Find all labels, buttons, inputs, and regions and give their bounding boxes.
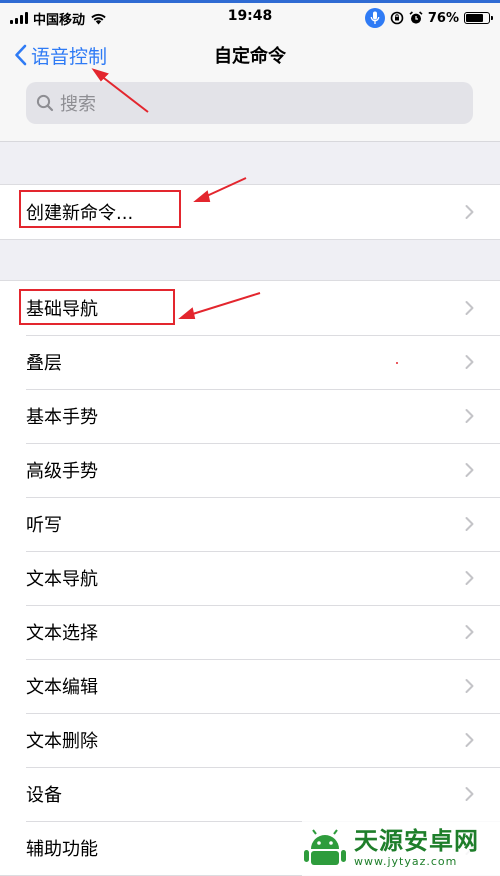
command-category-row[interactable]: 基本手势 (0, 389, 500, 443)
command-category-row[interactable]: 设备 (0, 767, 500, 821)
command-category-row[interactable]: 文本编辑 (0, 659, 500, 713)
command-category-label: 文本导航 (26, 569, 98, 590)
watermark-name: 天源安卓网 (354, 827, 479, 855)
chevron-right-icon (465, 517, 474, 531)
navigation-bar: 语音控制 自定命令 搜索 (0, 34, 500, 142)
command-category-label: 辅助功能 (26, 839, 98, 860)
command-category-row[interactable]: 文本选择 (0, 605, 500, 659)
chevron-right-icon (465, 409, 474, 423)
chevron-right-icon (465, 355, 474, 369)
chevron-right-icon (465, 733, 474, 747)
orientation-lock-icon (390, 11, 404, 25)
command-category-row[interactable]: 文本导航 (0, 551, 500, 605)
watermark-url: www.jytyaz.com (354, 855, 458, 868)
page-title: 自定命令 (214, 46, 286, 67)
chevron-right-icon (465, 301, 474, 315)
command-category-label: 基本手势 (26, 407, 98, 428)
search-field[interactable]: 搜索 (26, 82, 473, 124)
chevron-right-icon (465, 787, 474, 801)
chevron-right-icon (465, 205, 474, 219)
command-category-row[interactable]: 文本删除 (0, 713, 500, 767)
screen: 中国移动 19:48 76% 语音控制 自定命令 搜索 创建新命令... 基础导… (0, 0, 500, 876)
chevron-right-icon (465, 625, 474, 639)
alarm-icon (409, 11, 423, 24)
command-category-label: 设备 (26, 785, 62, 806)
command-category-label: 听写 (26, 515, 62, 536)
chevron-right-icon (465, 679, 474, 693)
command-category-label: 高级手势 (26, 461, 98, 482)
command-category-label: 文本删除 (26, 731, 98, 752)
annotation-box-create-command (19, 190, 181, 228)
android-logo-icon (304, 829, 346, 865)
status-bar: 中国移动 19:48 76% (0, 0, 500, 34)
command-category-label: 文本选择 (26, 623, 98, 644)
search-icon (36, 94, 54, 112)
command-category-row[interactable]: 高级手势 (0, 443, 500, 497)
command-category-label: 叠层 (26, 353, 62, 374)
command-category-list: 基础导航 叠层 基本手势 高级手势 听写 文本导航 文本选择 文本编辑 文本删除 设备 辅助功能 (0, 280, 500, 876)
chevron-right-icon (465, 571, 474, 585)
battery-level (466, 14, 483, 22)
command-category-label: 文本编辑 (26, 677, 98, 698)
microphone-icon (364, 8, 385, 28)
chevron-right-icon (465, 463, 474, 477)
battery-icon (464, 12, 493, 24)
site-watermark: 天源安卓网 www.jytyaz.com (302, 820, 500, 876)
status-right: 76% (364, 8, 493, 28)
battery-percent: 76% (427, 10, 459, 26)
command-category-row[interactable]: 叠层 (0, 335, 500, 389)
annotation-box-basic-navigation (19, 289, 175, 325)
watermark-text: 天源安卓网 www.jytyaz.com (354, 829, 479, 867)
search-placeholder: 搜索 (60, 94, 96, 115)
command-category-row[interactable]: 听写 (0, 497, 500, 551)
